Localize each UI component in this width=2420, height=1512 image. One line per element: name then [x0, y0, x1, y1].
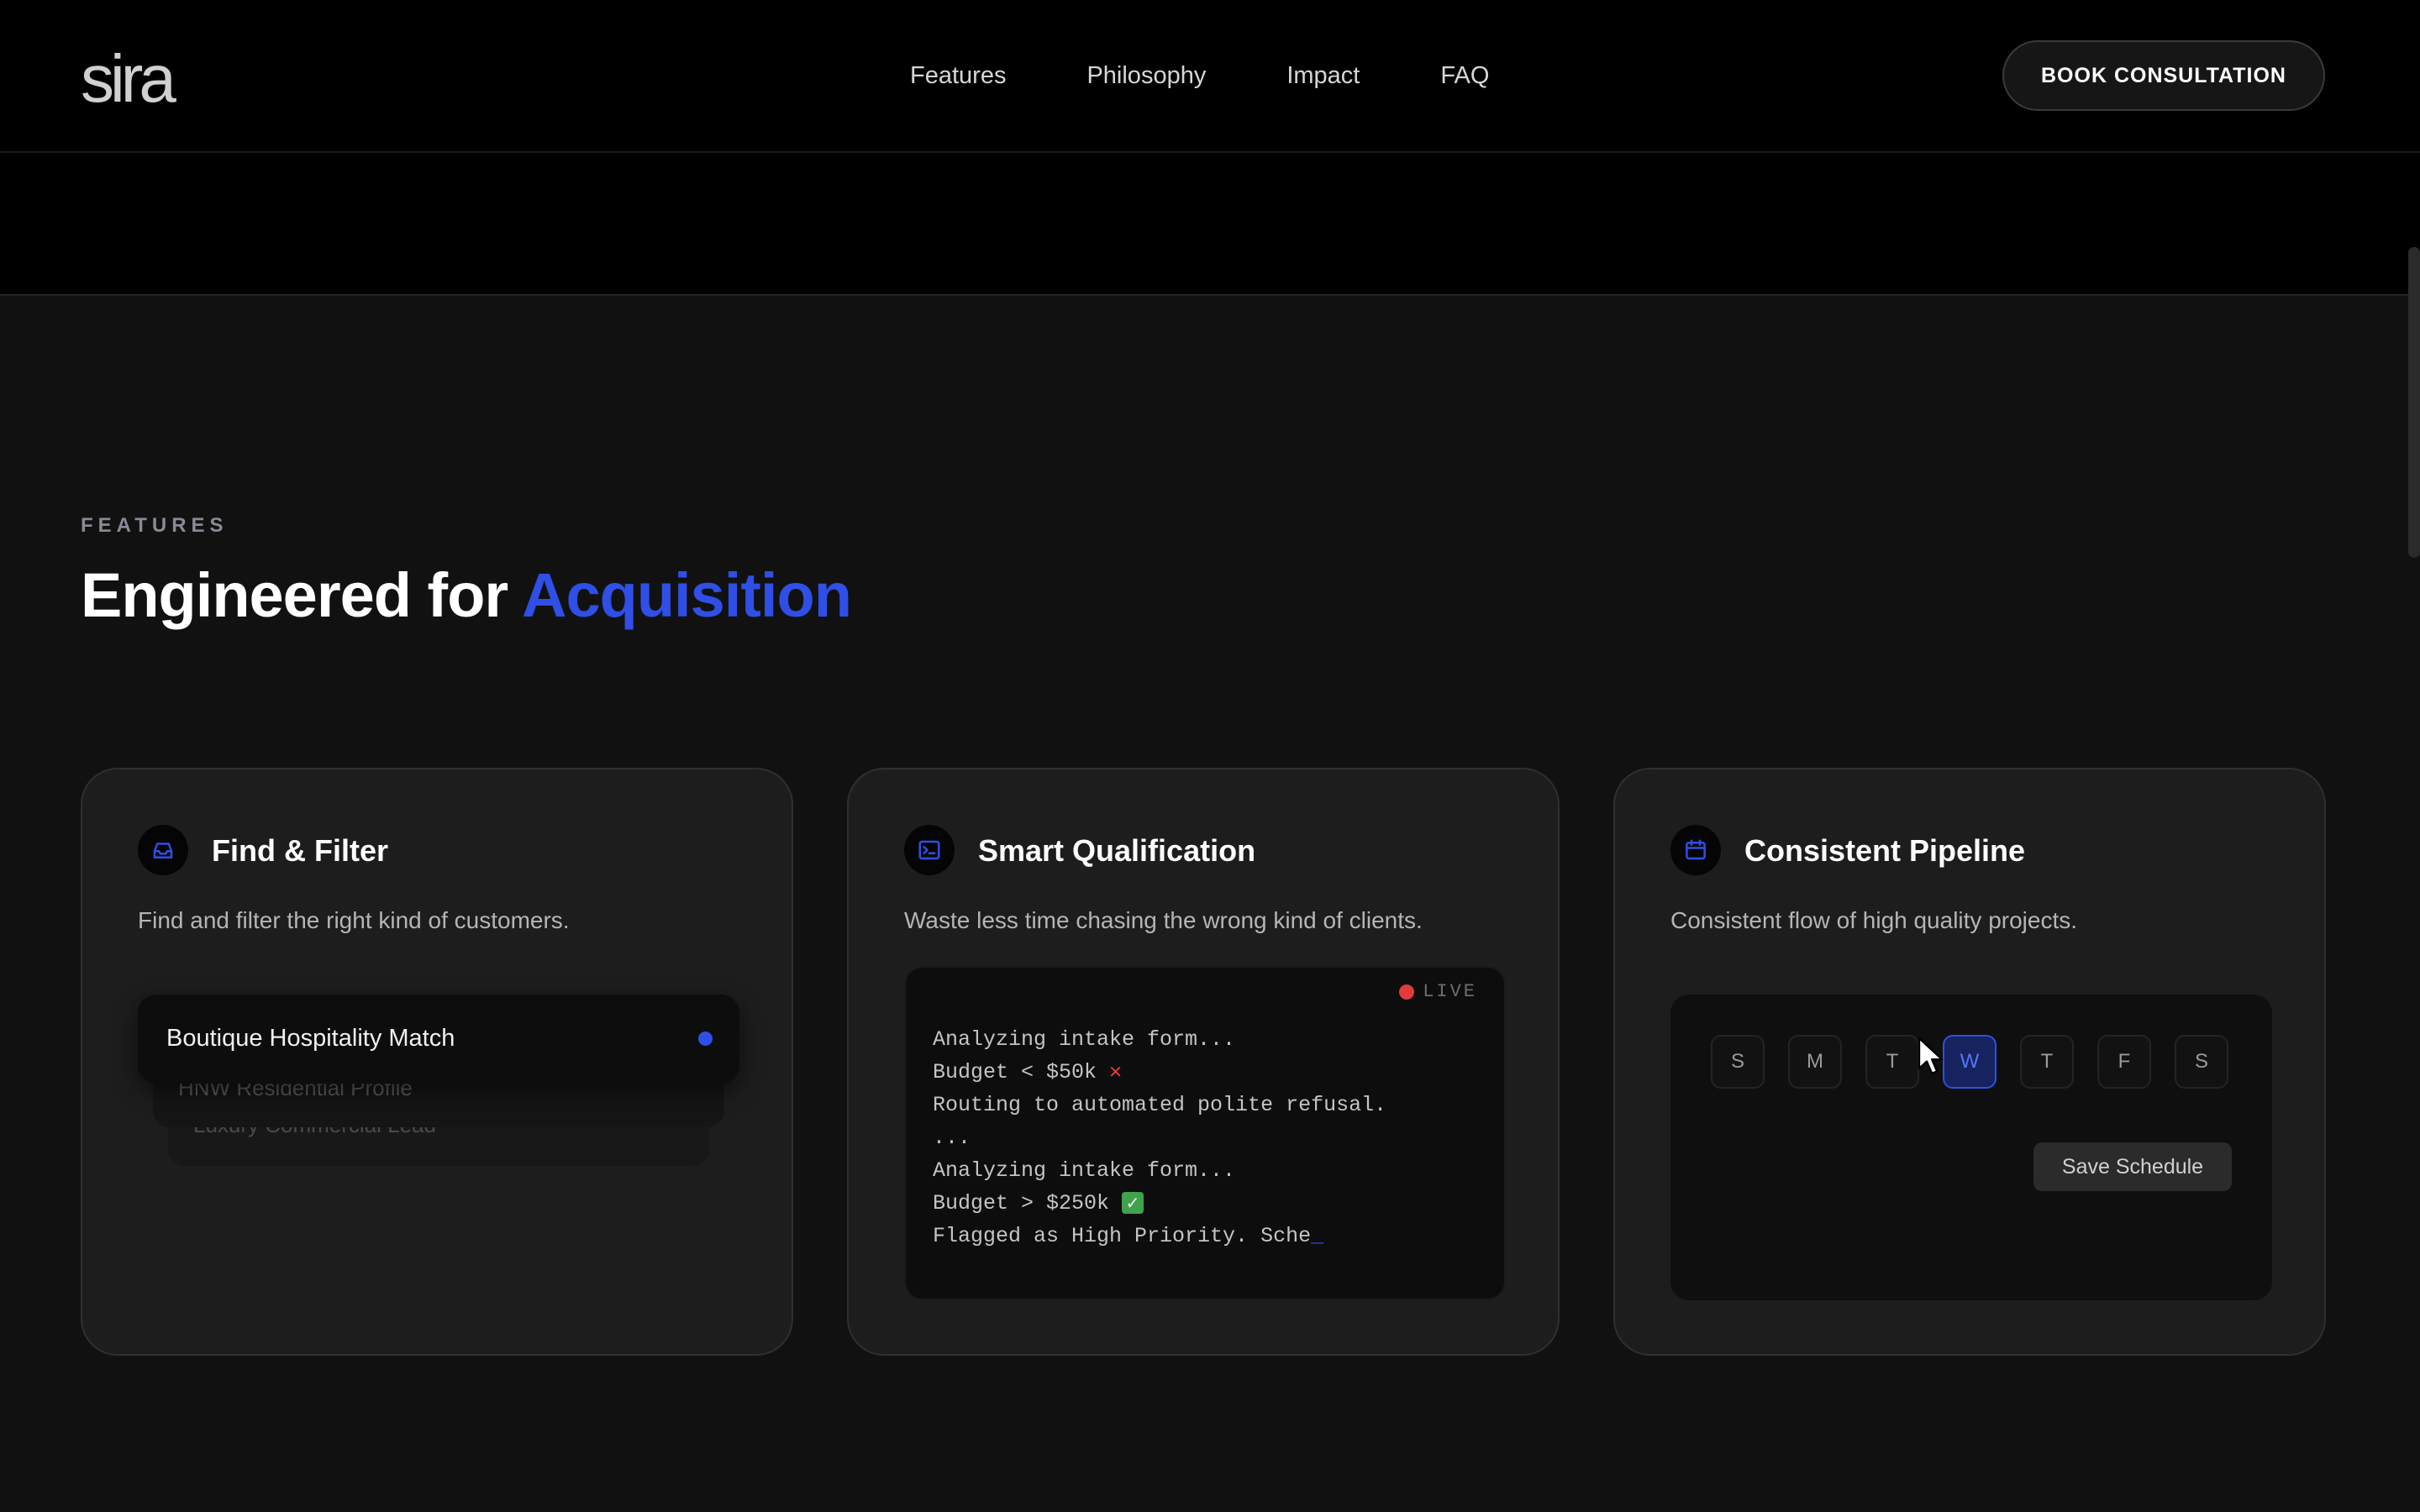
check-mark-icon: ✓: [1122, 1192, 1144, 1215]
section-eyebrow: FEATURES: [81, 514, 229, 537]
card-description: Find and filter the right kind of custom…: [138, 907, 570, 933]
terminal-line: Analyzing intake form...: [933, 1158, 1236, 1183]
terminal-line-text: Budget > $250k: [933, 1191, 1123, 1215]
nav-link-impact[interactable]: Impact: [1286, 60, 1360, 91]
book-consultation-button[interactable]: BOOK CONSULTATION: [2002, 40, 2325, 111]
terminal-line: Budget < $50k ✕: [933, 1056, 1386, 1089]
typing-cursor: _: [1311, 1224, 1324, 1248]
day-toggle-thursday[interactable]: T: [2020, 1035, 2074, 1089]
lead-label: Boutique Hospitality Match: [166, 1025, 455, 1052]
live-label: LIVE: [1423, 981, 1477, 1002]
main-nav: Features Philosophy Impact FAQ: [910, 60, 1489, 91]
save-schedule-button[interactable]: Save Schedule: [2033, 1142, 2232, 1191]
feature-card-smart-qualification: Smart Qualification Waste less time chas…: [847, 768, 1560, 1356]
section-headline: Engineered for Acquisition: [81, 559, 852, 631]
live-badge: LIVE: [1399, 981, 1477, 1002]
terminal-line: Routing to automated polite refusal.: [933, 1093, 1387, 1117]
day-toggle-wednesday[interactable]: W: [1943, 1035, 1996, 1089]
terminal-line: Analyzing intake form...: [933, 1027, 1236, 1052]
status-dot: [698, 1032, 713, 1046]
terminal-line-text: Budget < $50k: [933, 1060, 1110, 1084]
nav-link-faq[interactable]: FAQ: [1440, 60, 1489, 91]
calendar-icon: [1670, 825, 1721, 875]
weekday-picker: S M T W T F S: [1711, 1035, 2228, 1089]
qualification-terminal: LIVE Analyzing intake form... Budget < $…: [904, 966, 1506, 1300]
nav-link-features[interactable]: Features: [910, 60, 1006, 91]
schedule-widget: S M T W T F S Save Schedule: [1670, 995, 2272, 1300]
nav-link-philosophy[interactable]: Philosophy: [1086, 60, 1206, 91]
mouse-pointer-icon: [1918, 1037, 1944, 1075]
terminal-line: Budget > $250k ✓: [933, 1187, 1386, 1220]
day-toggle-tuesday[interactable]: T: [1865, 1035, 1919, 1089]
card-title: Consistent Pipeline: [1744, 833, 2026, 868]
live-indicator-dot: [1399, 984, 1415, 1000]
logo[interactable]: sira: [81, 40, 176, 118]
card-description: Waste less time chasing the wrong kind o…: [904, 907, 1423, 933]
feature-card-find-filter: Find & Filter Find and filter the right …: [81, 768, 793, 1356]
day-toggle-saturday[interactable]: S: [2175, 1035, 2228, 1089]
day-toggle-friday[interactable]: F: [2097, 1035, 2151, 1089]
terminal-line-text: Flagged as High Priority. Sche: [933, 1224, 1312, 1248]
top-navigation-bar: sira Features Philosophy Impact FAQ BOOK…: [0, 0, 2420, 153]
terminal-line: Flagged as High Priority. Sche_: [933, 1220, 1386, 1252]
card-description: Consistent flow of high quality projects…: [1670, 907, 2078, 933]
card-title: Smart Qualification: [978, 833, 1256, 868]
day-toggle-sunday[interactable]: S: [1711, 1035, 1765, 1089]
day-toggle-monday[interactable]: M: [1788, 1035, 1842, 1089]
terminal-log: Analyzing intake form... Budget < $50k ✕…: [933, 1023, 1386, 1252]
headline-prefix: Engineered for: [81, 560, 523, 630]
lead-card-boutique-hospitality[interactable]: Boutique Hospitality Match: [138, 995, 739, 1084]
headline-accent: Acquisition: [522, 560, 852, 630]
scrollbar-thumb[interactable]: [2408, 247, 2420, 558]
inbox-icon: [138, 825, 188, 875]
cross-mark-icon: ✕: [1109, 1060, 1123, 1084]
card-title: Find & Filter: [212, 833, 388, 868]
hero-section: [0, 153, 2420, 296]
terminal-icon: [904, 825, 955, 875]
feature-card-consistent-pipeline: Consistent Pipeline Consistent flow of h…: [1613, 768, 2326, 1356]
terminal-line: ...: [933, 1126, 971, 1150]
